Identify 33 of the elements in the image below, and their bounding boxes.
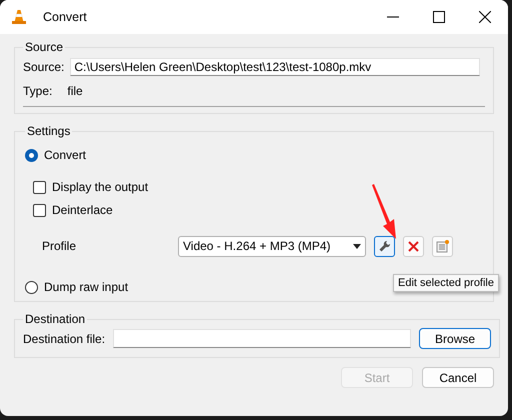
radio-label: Dump raw input [44,280,128,294]
delete-button[interactable] [403,236,424,256]
close-icon [407,240,420,252]
destination-field[interactable] [113,329,412,348]
checkbox-label: Display the output [52,180,148,194]
traffic-cone-icon [11,9,27,25]
checkbox[interactable] [33,180,46,194]
window-title: Convert [43,10,87,24]
source-field[interactable]: C:\Users\Helen Green\Desktop\test\123\test-1080p.mkv [70,58,480,76]
new-profile-button[interactable] [432,236,453,256]
field-label: Type: [23,84,52,98]
checkbox-label: Deinterlace [52,203,113,217]
checkbox[interactable] [33,204,46,216]
radio-button[interactable] [25,280,38,294]
radio-button[interactable] [25,148,38,162]
close-icon [479,11,491,23]
wrench-icon [378,240,391,252]
group-title: Settings [26,124,72,138]
browse-button[interactable]: Browse [419,328,492,349]
field-label: Source: [23,60,64,74]
field-label: Profile [42,239,78,253]
group-title: Destination [24,312,86,326]
field-label: Destination file: [23,332,106,346]
group-title: Source [24,40,64,54]
radio-label: Convert [44,148,86,162]
list-icon [436,240,449,252]
type-value: file [67,84,83,98]
maximize-icon [433,11,445,23]
cancel-button[interactable]: Cancel [422,367,494,388]
tooltip: Edit selected profile [393,274,499,292]
settings-button[interactable] [374,236,395,256]
caret-icon [353,244,361,248]
profile-dropdown[interactable]: Video - H.264 + MP3 (MP4) [178,236,366,256]
